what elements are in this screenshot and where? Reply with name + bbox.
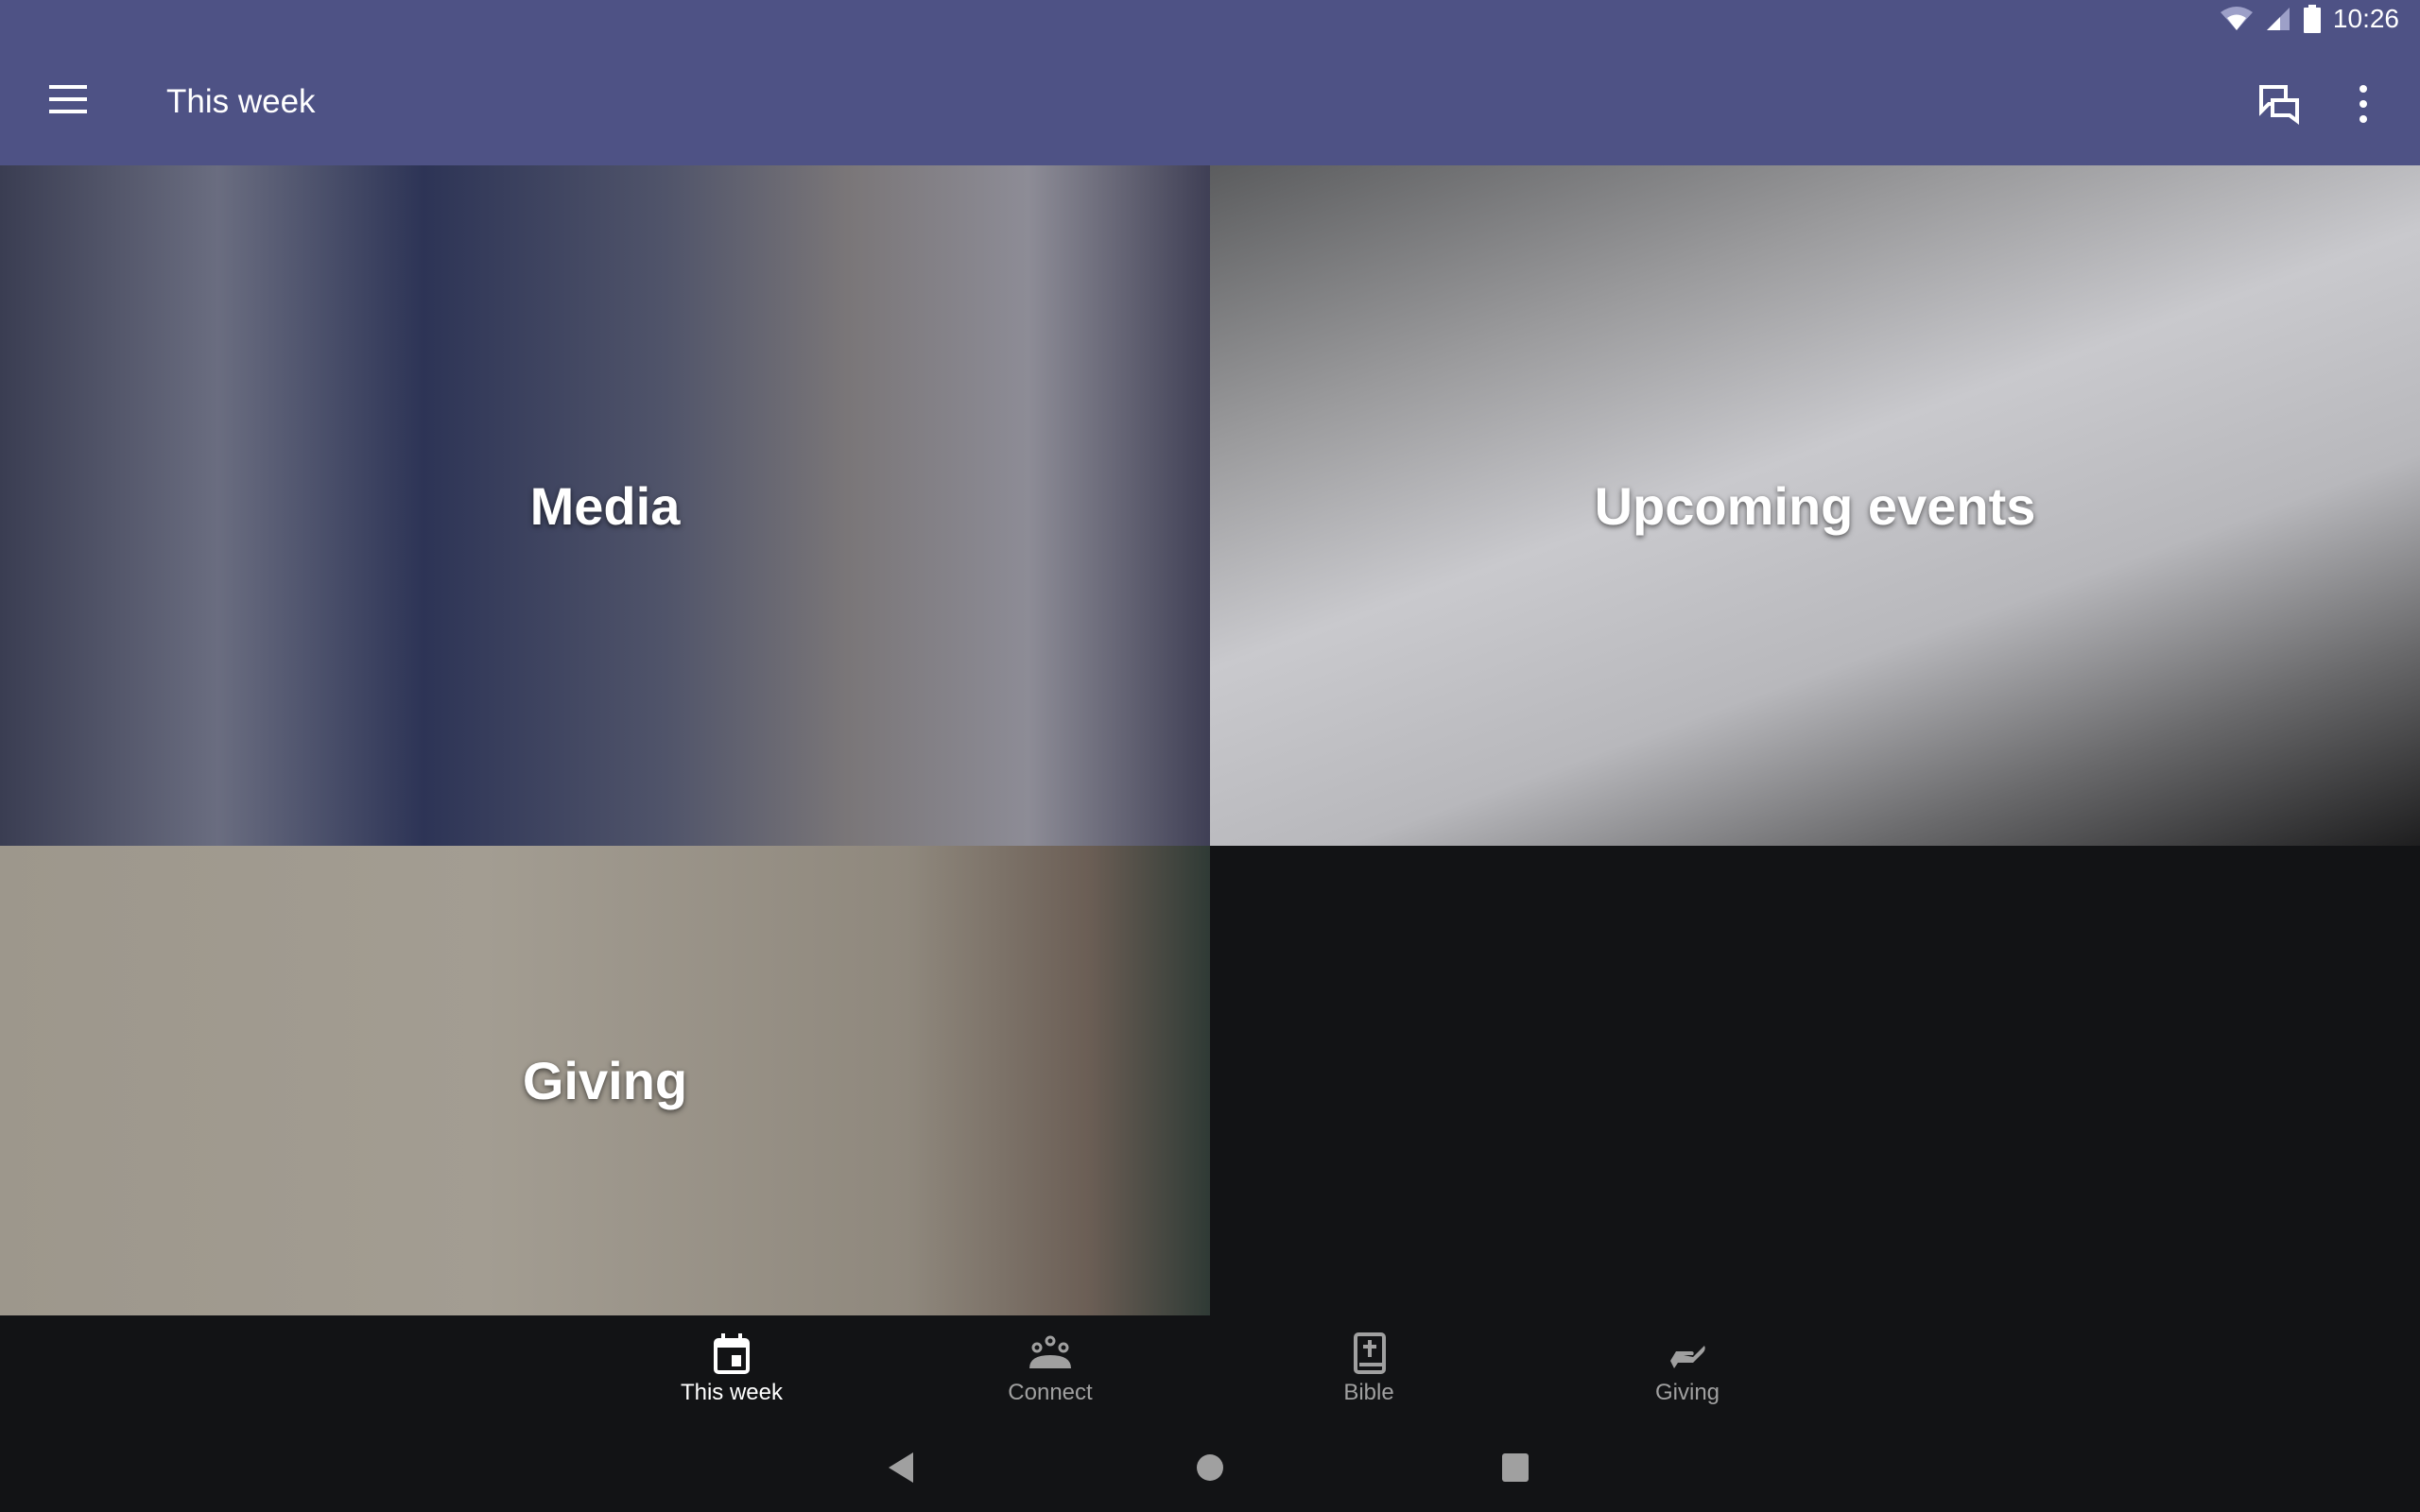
more-vert-icon[interactable] [2352, 85, 2375, 123]
tile-upcoming-events[interactable]: Upcoming events [1210, 165, 2420, 846]
page-title: This week [166, 83, 316, 120]
chat-icon[interactable] [2259, 85, 2301, 125]
recents-icon[interactable] [1501, 1452, 1530, 1483]
tile-label: Media [529, 475, 681, 536]
system-navigation [0, 1422, 2420, 1512]
tile-label: Upcoming events [1594, 475, 2036, 536]
battery-icon [2303, 5, 2321, 33]
nav-this-week[interactable]: This week [637, 1332, 826, 1406]
app-bar: This week [0, 38, 2420, 165]
nav-giving[interactable]: Giving [1593, 1332, 1782, 1406]
signal-icon [2266, 8, 2290, 30]
calendar-icon [714, 1333, 750, 1374]
tile-media[interactable]: Media [0, 165, 1210, 846]
people-icon [1029, 1335, 1071, 1368]
nav-connect[interactable]: Connect [956, 1332, 1145, 1406]
bottom-navigation: This week Connect Bible Giving [0, 1315, 2420, 1422]
giving-hand-icon [1670, 1346, 1705, 1368]
nav-bible[interactable]: Bible [1274, 1332, 1463, 1406]
nav-label: Giving [1654, 1380, 1720, 1405]
nav-label: Bible [1343, 1380, 1394, 1405]
wifi-icon [2220, 7, 2253, 30]
status-bar: 10:26 [0, 0, 2420, 38]
nav-label: Connect [1008, 1380, 1093, 1405]
clock: 10:26 [2332, 4, 2399, 33]
menu-icon[interactable] [49, 85, 87, 113]
bible-icon [1354, 1332, 1386, 1374]
tile-label: Giving [522, 1051, 688, 1110]
nav-label: This week [680, 1380, 784, 1405]
back-icon[interactable] [887, 1452, 915, 1483]
home-icon[interactable] [1195, 1452, 1225, 1483]
tile-giving[interactable]: Giving [0, 846, 1210, 1315]
